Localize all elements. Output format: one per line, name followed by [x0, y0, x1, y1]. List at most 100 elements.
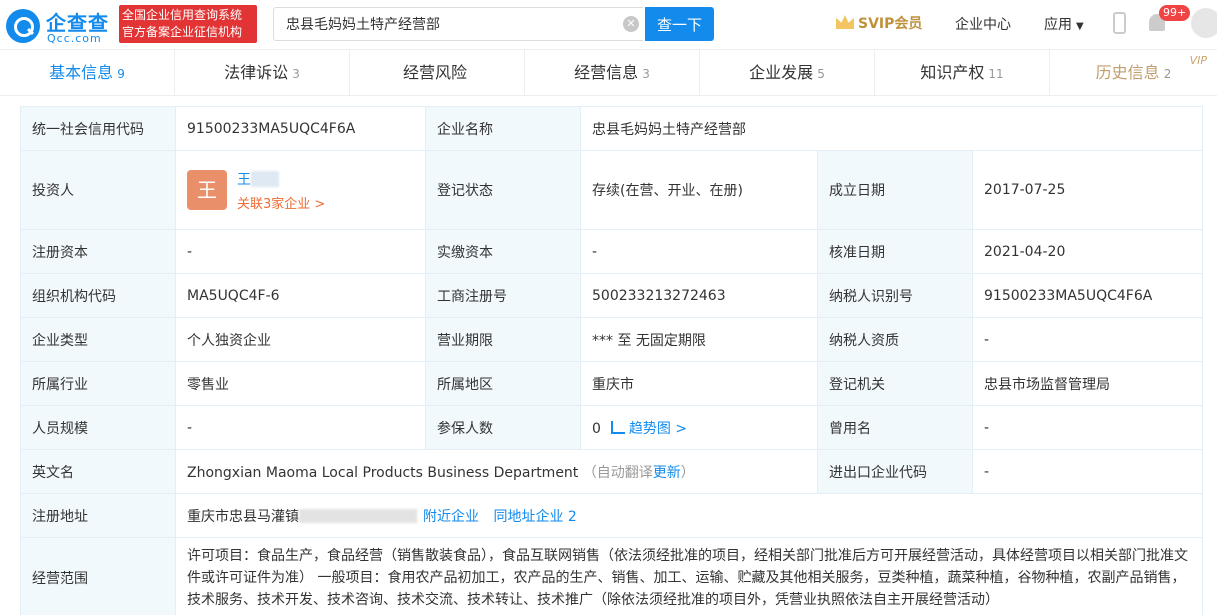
trend-chart-icon	[610, 420, 625, 434]
authority-value: 忠县市场监督管理局	[972, 361, 1203, 406]
tab-risk[interactable]: 经营风险	[350, 50, 525, 96]
apps-menu[interactable]: 应用 ▼	[1044, 14, 1084, 34]
company-name-label: 企业名称	[425, 106, 581, 151]
industry-label: 所属行业	[20, 361, 176, 406]
nearby-link[interactable]: 附近企业	[423, 509, 479, 525]
tab-label: 经营风险	[402, 63, 467, 82]
clear-icon[interactable]: ✕	[623, 16, 639, 32]
tab-count: 3	[642, 67, 650, 81]
investor-avatar[interactable]: 王	[187, 170, 227, 210]
tab-label: 法律诉讼	[224, 63, 289, 82]
region-value: 重庆市	[580, 361, 818, 406]
enterprise-center-link[interactable]: 企业中心	[955, 14, 1011, 34]
address-value: 重庆市忠县马灌镇	[187, 508, 299, 525]
insured-value: 0	[592, 420, 601, 437]
tab-ip[interactable]: 知识产权 11	[875, 50, 1050, 96]
former-name-value: -	[972, 405, 1203, 450]
staff-value: -	[175, 405, 426, 450]
logo-domain: Qcc.com	[47, 32, 102, 45]
scope-value: 许可项目：食品生产，食品经营（销售散装食品），食品互联网销售（依法须经批准的项目…	[175, 537, 1203, 615]
address-label: 注册地址	[20, 493, 176, 538]
trend-link[interactable]: 趋势图 >	[629, 421, 687, 437]
investor-label: 投资人	[20, 150, 176, 230]
table-row: 投资人 王 王 关联3家企业 > 登记状态 存续(在营、开业、在册) 成立日期 …	[20, 150, 1203, 230]
search-input[interactable]	[274, 8, 604, 40]
reg-capital-label: 注册资本	[20, 229, 176, 274]
table-row: 英文名 Zhongxian Maoma Local Products Busin…	[20, 449, 1203, 494]
tab-count: 11	[988, 67, 1004, 81]
en-name-cell: Zhongxian Maoma Local Products Business …	[175, 449, 818, 494]
approved-label: 核准日期	[817, 229, 973, 274]
address-cell: 重庆市忠县马灌镇 附近企业 同地址企业 2	[175, 493, 1203, 538]
import-export-value: -	[972, 449, 1203, 494]
tab-history[interactable]: 历史信息 2 VIP	[1050, 50, 1217, 96]
taxpayer-qual-value: -	[972, 317, 1203, 362]
user-avatar[interactable]	[1191, 8, 1217, 38]
former-name-label: 曾用名	[817, 405, 973, 450]
basic-info-table: 统一社会信用代码 91500233MA5UQC4F6A 企业名称 忠县毛妈妈土特…	[20, 106, 1203, 615]
table-row: 企业类型 个人独资企业 营业期限 *** 至 无固定期限 纳税人资质 -	[20, 317, 1203, 362]
company-name-value: 忠县毛妈妈土特产经营部	[580, 106, 1203, 151]
table-row: 经营范围 许可项目：食品生产，食品经营（销售散装食品），食品互联网销售（依法须经…	[20, 537, 1203, 615]
tab-count: 3	[292, 67, 300, 81]
official-badge[interactable]: 全国企业信用查询系统 官方备案企业征信机构	[119, 5, 257, 43]
investor-block: 王 王 关联3家企业 >	[187, 169, 414, 212]
type-label: 企业类型	[20, 317, 176, 362]
approved-value: 2021-04-20	[972, 229, 1203, 274]
insured-cell: 0 趋势图 >	[580, 405, 818, 450]
scope-label: 经营范围	[20, 537, 176, 615]
tab-development[interactable]: 企业发展 5	[700, 50, 875, 96]
chevron-down-icon: ▼	[1076, 21, 1084, 32]
credit-code-value: 91500233MA5UQC4F6A	[175, 106, 426, 151]
vip-tag: VIP	[1189, 54, 1207, 67]
tab-label: 基本信息	[49, 63, 114, 82]
tab-label: 经营信息	[574, 63, 639, 82]
term-value: *** 至 无固定期限	[580, 317, 818, 362]
related-companies-link[interactable]: 关联3家企业 >	[237, 193, 325, 212]
logo-magnifier-icon	[6, 9, 40, 43]
status-value: 存续(在营、开业、在册)	[580, 150, 818, 230]
table-row: 统一社会信用代码 91500233MA5UQC4F6A 企业名称 忠县毛妈妈土特…	[20, 106, 1203, 151]
update-link[interactable]: 更新	[653, 465, 681, 481]
close-paren: ）	[680, 464, 695, 481]
taxpayer-id-value: 91500233MA5UQC4F6A	[972, 273, 1203, 318]
authority-label: 登记机关	[817, 361, 973, 406]
tab-operation[interactable]: 经营信息 3	[525, 50, 700, 96]
industry-value: 零售业	[175, 361, 426, 406]
paid-capital-value: -	[580, 229, 818, 274]
reg-capital-value: -	[175, 229, 426, 274]
table-row: 注册资本 - 实缴资本 - 核准日期 2021-04-20	[20, 229, 1203, 274]
founded-value: 2017-07-25	[972, 150, 1203, 230]
tab-label: 知识产权	[920, 63, 985, 82]
phone-icon[interactable]	[1113, 12, 1126, 34]
table-row: 所属行业 零售业 所属地区 重庆市 登记机关 忠县市场监督管理局	[20, 361, 1203, 406]
search-button[interactable]: 查一下	[645, 7, 714, 41]
same-address-link[interactable]: 同地址企业 2	[493, 509, 576, 525]
search-box: ✕	[273, 7, 643, 41]
tab-count: 5	[817, 67, 825, 81]
import-export-label: 进出口企业代码	[817, 449, 973, 494]
badge-line-2: 官方备案企业征信机构	[122, 25, 243, 39]
tab-count: 2	[1163, 67, 1172, 81]
term-label: 营业期限	[425, 317, 581, 362]
tab-label: 历史信息	[1095, 63, 1160, 82]
qcc-logo[interactable]: 企查查 Qcc.com	[6, 6, 116, 45]
biz-reg-value: 500233213272463	[580, 273, 818, 318]
en-name-label: 英文名	[20, 449, 176, 494]
founded-label: 成立日期	[817, 150, 973, 230]
region-label: 所属地区	[425, 361, 581, 406]
badge-line-1: 全国企业信用查询系统	[122, 8, 243, 22]
svip-link[interactable]: SVIP会员	[836, 13, 922, 33]
org-code-label: 组织机构代码	[20, 273, 176, 318]
investor-name-link[interactable]: 王	[237, 172, 251, 188]
type-value: 个人独资企业	[175, 317, 426, 362]
table-row: 注册地址 重庆市忠县马灌镇 附近企业 同地址企业 2	[20, 493, 1203, 538]
tab-basic-info[interactable]: 基本信息 9	[0, 50, 175, 96]
svip-label: SVIP会员	[858, 16, 923, 32]
section-tabs: 基本信息 9 法律诉讼 3 经营风险 经营信息 3 企业发展 5 知识产权 11 历史信息…	[0, 50, 1217, 96]
tab-legal[interactable]: 法律诉讼 3	[175, 50, 350, 96]
redacted-name	[251, 170, 279, 187]
auto-translate-note: （自动翻译	[582, 464, 653, 481]
investor-cell: 王 王 关联3家企业 >	[175, 150, 426, 230]
paid-capital-label: 实缴资本	[425, 229, 581, 274]
